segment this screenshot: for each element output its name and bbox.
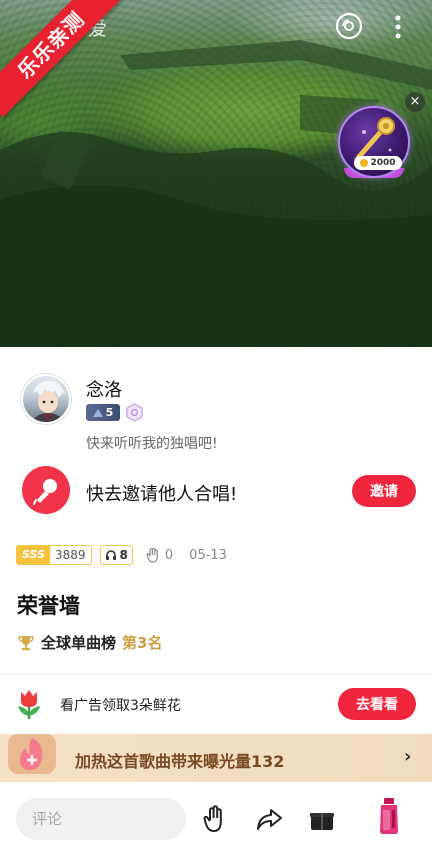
disc-icon[interactable] (335, 12, 363, 40)
tulip-icon (18, 690, 40, 719)
mic-icon (22, 466, 70, 514)
gift-close-button[interactable]: × (405, 92, 425, 112)
hand-clap-icon[interactable] (200, 804, 230, 834)
hexagon-badge-icon (126, 403, 143, 422)
user-name[interactable]: 念洛 (86, 376, 122, 402)
likes-stat[interactable]: 0 (145, 547, 173, 563)
promo-text: 加热这首歌曲带来曝光量132 (75, 752, 285, 771)
listeners-badge: 8 (99, 545, 133, 565)
promo-banner[interactable]: 加热这首歌曲带来曝光量132 › (0, 734, 432, 782)
headphones-icon (105, 550, 116, 560)
chart-name: 全球单曲榜 (41, 634, 117, 652)
score-badge: SSS 3889 (16, 545, 92, 565)
avatar[interactable] (21, 374, 71, 424)
level-badge: 5 (86, 404, 120, 421)
user-signature: 快来听听我的独唱吧! (86, 436, 218, 452)
chevron-right-icon: › (404, 746, 412, 767)
honor-item[interactable]: 全球单曲榜 第3名 (17, 632, 162, 653)
heat-boost-icon (8, 734, 56, 774)
honor-wall-title: 荣誉墙 (17, 594, 80, 618)
grade-label: SSS (17, 546, 50, 564)
ad-reward-text: 看广告领取3朵鲜花 (60, 698, 181, 714)
trophy-icon (18, 635, 34, 650)
stats-row: SSS 3889 8 0 05-13 (16, 544, 227, 566)
level-triangle-icon (92, 408, 103, 417)
more-vertical-icon[interactable] (386, 12, 410, 42)
invite-button[interactable]: 邀请 (352, 475, 416, 507)
listeners-count: 8 (119, 548, 128, 562)
chart-rank: 第3名 (122, 634, 163, 652)
coin-icon (360, 159, 369, 167)
invite-prompt: 快去邀请他人合唱! (86, 484, 238, 505)
share-icon[interactable] (254, 804, 284, 834)
gift-coin-amount: 2000 (370, 158, 396, 168)
publish-date: 05-13 (189, 547, 227, 563)
comment-input[interactable] (16, 798, 186, 840)
gift-coin-badge: 2000 (354, 156, 402, 170)
divider (0, 674, 432, 675)
score-value: 3889 (49, 546, 91, 564)
likes-count: 0 (164, 547, 174, 563)
gift-box-icon[interactable] (307, 804, 337, 834)
gift-bottle-icon[interactable] (372, 796, 406, 836)
watch-ad-button[interactable]: 去看看 (338, 688, 416, 720)
level-number: 5 (105, 406, 114, 419)
hand-icon (146, 547, 158, 563)
